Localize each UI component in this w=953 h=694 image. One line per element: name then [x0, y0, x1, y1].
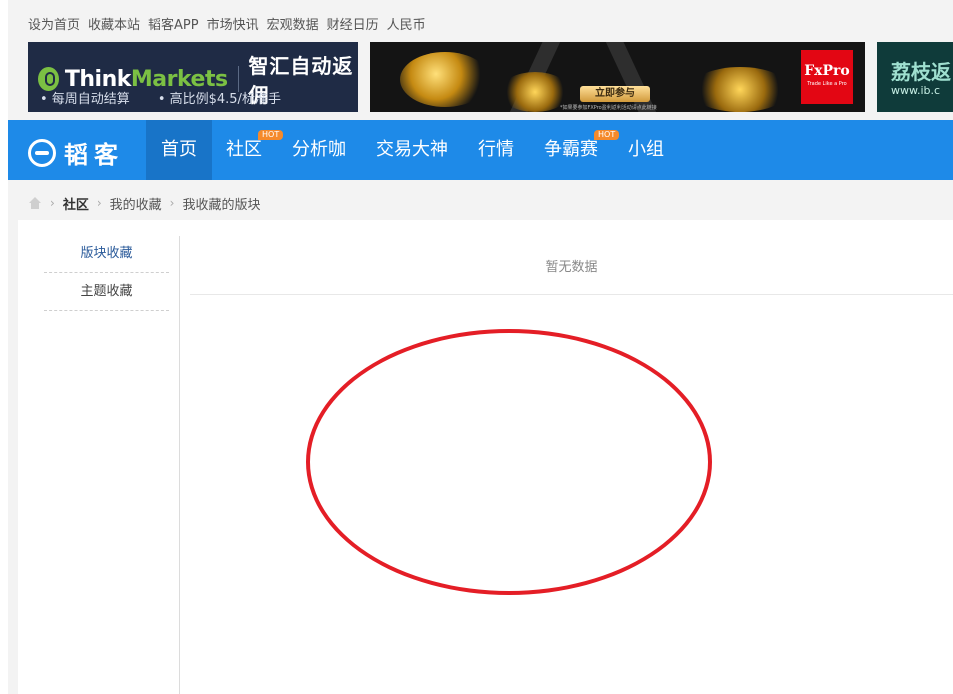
banner-bullet: • 每周自动结算	[40, 92, 130, 107]
nav-item-community[interactable]: 社区 HOT	[226, 120, 284, 180]
ib-banner-url: www.ib.c	[891, 84, 941, 97]
breadcrumb: › 社区 › 我的收藏 › 我收藏的版块	[28, 194, 261, 213]
banner-bullet: • 高比例$4.5/标准手	[157, 92, 281, 107]
chevron-right-icon: ›	[50, 196, 55, 210]
top-link-homepage[interactable]: 设为首页	[28, 14, 80, 34]
nav-item-label: 首页	[161, 139, 197, 160]
ib-banner[interactable]: 荔枝返 www.ib.c	[877, 42, 953, 112]
fxpro-logo: FxPro Trade Like a Pro	[801, 50, 853, 104]
empty-state-text: 暂无数据	[545, 260, 598, 275]
nav-item-analysis[interactable]: 分析咖	[292, 120, 346, 180]
hot-badge: HOT	[258, 130, 284, 140]
banner-fine-print: *如果要参加FXPro盈利返利活动请点此链接	[560, 105, 657, 111]
nav-item-label: 小组	[628, 139, 664, 160]
home-icon[interactable]	[28, 197, 42, 209]
nav-item-groups[interactable]: 小组	[628, 120, 664, 180]
logo-icon	[28, 138, 56, 167]
main-nav: 韬客 首页 社区 HOT 分析咖 交易大神 行情 争霸赛 HOT 小组	[8, 120, 953, 180]
ib-banner-title: 荔枝返	[891, 60, 951, 84]
top-link-bookmark[interactable]: 收藏本站	[88, 14, 140, 34]
sidebar-item-topic-favorites[interactable]: 主题收藏	[44, 274, 169, 311]
red-circle-annotation	[306, 329, 712, 595]
fxpro-logo-sub: Trade Like a Pro	[807, 81, 847, 87]
nav-item-traders[interactable]: 交易大神	[376, 120, 448, 180]
nav-item-label: 分析咖	[292, 139, 346, 160]
fxpro-banner[interactable]: 立即参与 *如果要参加FXPro盈利返利活动请点此链接 FxPro Trade …	[370, 42, 865, 112]
gold-coins-image	[400, 52, 490, 107]
top-link-calendar[interactable]: 财经日历	[327, 14, 379, 34]
chevron-right-icon: ›	[169, 196, 175, 210]
banner-cta-button[interactable]: 立即参与	[580, 86, 650, 102]
fxpro-logo-text: FxPro	[804, 63, 850, 79]
banner-bullets: • 每周自动结算 • 高比例$4.5/标准手	[40, 88, 281, 107]
top-links: 设为首页 收藏本站 韬客APP 市场快讯 宏观数据 财经日历 人民币	[28, 14, 426, 34]
nav-item-contest[interactable]: 争霸赛 HOT	[544, 120, 620, 180]
nav-item-market[interactable]: 行情	[478, 120, 514, 180]
empty-state: 暂无数据	[190, 236, 953, 295]
site-logo[interactable]: 韬客	[28, 135, 124, 170]
left-strip	[0, 0, 8, 694]
hot-badge: HOT	[594, 130, 620, 140]
breadcrumb-community[interactable]: 社区	[63, 194, 89, 213]
top-link-app[interactable]: 韬客APP	[148, 14, 199, 34]
logo-text: 韬客	[64, 140, 124, 169]
top-link-macro[interactable]: 宏观数据	[267, 14, 319, 34]
breadcrumb-my-favorites[interactable]: 我的收藏	[110, 194, 162, 213]
top-link-rmb[interactable]: 人民币	[387, 14, 426, 34]
chevron-right-icon: ›	[96, 196, 102, 210]
nav-item-label: 争霸赛	[544, 139, 598, 160]
nav-item-label: 社区	[226, 139, 262, 160]
thinkmarkets-banner[interactable]: ThinkMarkets 智汇自动返佣 • 每周自动结算 • 高比例$4.5/标…	[28, 42, 358, 112]
breadcrumb-current: 我收藏的版块	[182, 197, 261, 213]
sidebar-item-board-favorites[interactable]: 版块收藏	[44, 236, 169, 273]
top-link-news[interactable]: 市场快讯	[207, 14, 259, 34]
nav-item-label: 交易大神	[376, 139, 448, 160]
gold-coins-image	[690, 67, 790, 112]
favorites-sidebar: 版块收藏 主题收藏	[18, 236, 180, 694]
nav-item-home[interactable]: 首页	[146, 120, 212, 180]
nav-item-label: 行情	[478, 139, 514, 160]
